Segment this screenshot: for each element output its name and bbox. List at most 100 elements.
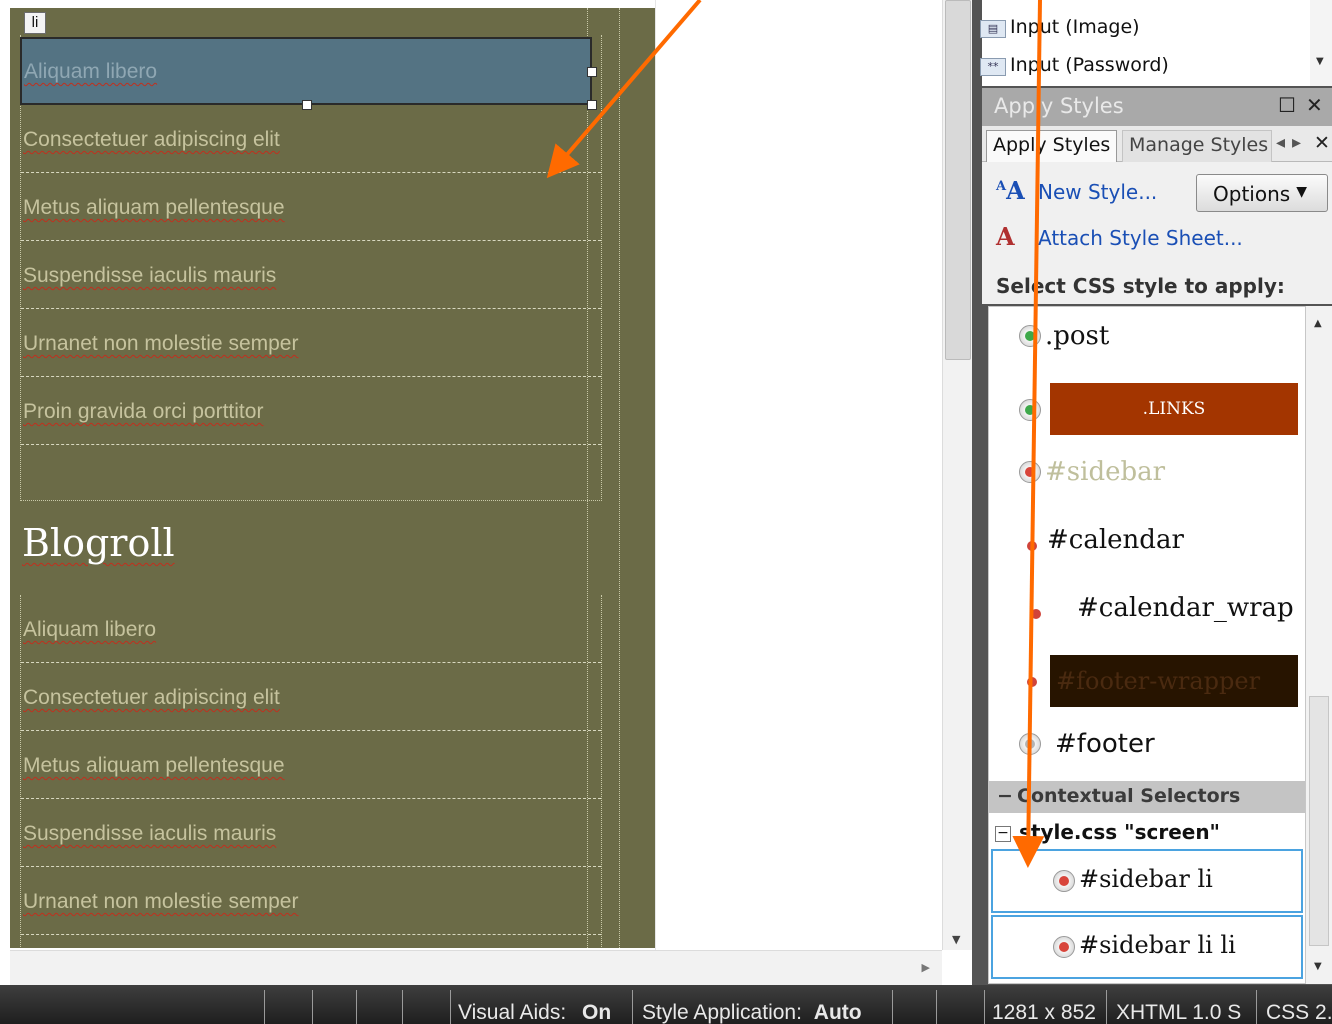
li-tag-label[interactable]: li	[24, 12, 46, 34]
attach-style-sheet-icon: A	[996, 222, 1015, 251]
new-style-link[interactable]: New Style...	[1038, 180, 1157, 204]
tab-scroll-right-icon[interactable]: ▸	[1292, 132, 1301, 153]
image-input-icon: ▤	[980, 20, 1006, 38]
scroll-thumb[interactable]	[1309, 696, 1329, 946]
style-item-footer[interactable]: #footer	[989, 715, 1305, 783]
style-application-status[interactable]: Style Application: Auto	[642, 1001, 862, 1024]
toolbox-item-input-password[interactable]: ** Input (Password)	[980, 54, 1169, 84]
stylesheet-node[interactable]: − style.css "screen"	[989, 815, 1305, 849]
close-icon[interactable]: ✕	[1306, 93, 1323, 117]
style-item-footer-wrapper[interactable]: #footer-wrapper	[989, 647, 1305, 715]
maximize-icon[interactable]: ☐	[1278, 93, 1296, 117]
style-bullet-icon	[1027, 677, 1037, 687]
status-divider	[312, 990, 313, 1024]
scroll-down-icon[interactable]: ▼	[1314, 961, 1322, 972]
list-item-text: Metus aliquam pellentesque	[23, 196, 285, 219]
list-item[interactable]: Proin gravida orci porttitor	[21, 377, 601, 445]
sidebar-guide-line	[619, 8, 620, 948]
list-item-text: Urnanet non molestie semper	[23, 332, 299, 355]
contextual-selectors-header[interactable]: − Contextual Selectors	[989, 781, 1305, 813]
design-vertical-scrollbar[interactable]: ▼	[942, 0, 972, 950]
right-dock: ▤ Input (Image) ** Input (Password) ▼ Ap…	[972, 0, 1332, 985]
toolbox-scrollbar[interactable]: ▼	[1310, 0, 1332, 86]
panel-tabs: Apply Styles Manage Styles ◂ ▸ ✕	[982, 126, 1332, 162]
list-item[interactable]: Aliquam libero	[21, 595, 601, 663]
style-name: #calendar_wrap	[1077, 593, 1294, 623]
toolbox-item-label: Input (Image)	[1010, 16, 1140, 38]
status-divider	[450, 990, 451, 1024]
attach-style-sheet-link[interactable]: Attach Style Sheet...	[1038, 226, 1243, 250]
style-bullet-icon	[1019, 399, 1041, 421]
style-item-calendar-wrap[interactable]: #calendar_wrap	[989, 579, 1305, 647]
style-bullet-icon	[1053, 870, 1075, 892]
scroll-thumb[interactable]	[945, 0, 971, 360]
list-item-text: Aliquam libero	[23, 618, 157, 641]
new-style-icon: AA	[996, 176, 1025, 205]
style-bullet-icon	[1019, 325, 1041, 347]
visual-aids-status[interactable]: Visual Aids: On	[458, 1001, 611, 1024]
chevron-down-icon: ▼	[1296, 184, 1307, 200]
content-column-edge	[655, 0, 675, 950]
list-item[interactable]: Urnanet non molestie semper	[21, 309, 601, 377]
list-item[interactable]: Suspendisse iaculis mauris	[21, 241, 601, 309]
list-item-text: Urnanet non molestie semper	[23, 890, 299, 913]
scroll-right-icon[interactable]: ▶	[922, 961, 930, 974]
list-item-selected[interactable]: Aliquam libero	[20, 37, 597, 110]
tab-scroll-left-icon[interactable]: ◂	[1276, 132, 1285, 153]
tab-apply-styles[interactable]: Apply Styles	[986, 130, 1118, 162]
list-item-text: Consectetuer adipiscing elit	[23, 128, 280, 151]
style-item-calendar[interactable]: #calendar	[989, 511, 1305, 579]
css-version-status[interactable]: CSS 2.1	[1266, 1001, 1332, 1024]
style-name: #sidebar li li	[1079, 931, 1236, 959]
design-view[interactable]: li Aliquam libero Consectetuer adipiscin…	[0, 0, 972, 986]
list-item[interactable]: Urnanet non molestie semper	[21, 867, 601, 935]
style-item-sidebar-li-li[interactable]: #sidebar li li	[991, 915, 1303, 979]
status-divider	[264, 990, 265, 1024]
doctype-status[interactable]: XHTML 1.0 S	[1116, 1001, 1241, 1024]
style-application-value: Auto	[813, 1001, 862, 1024]
toolbox-item-label: Input (Password)	[1010, 54, 1169, 76]
style-name: #footer	[1055, 729, 1155, 759]
apply-styles-toolbar: AA New Style... A Attach Style Sheet... …	[982, 162, 1332, 304]
scroll-up-icon[interactable]: ▲	[1314, 318, 1322, 329]
style-item-post[interactable]: .post	[989, 307, 1305, 375]
collapse-icon[interactable]: −	[995, 826, 1011, 842]
scroll-down-icon[interactable]: ▼	[952, 933, 960, 946]
style-name: .LINKS	[1050, 383, 1298, 435]
styles-list-scrollbar[interactable]: ▲ ▼	[1306, 306, 1332, 984]
style-bullet-icon	[1031, 609, 1041, 619]
status-divider	[356, 990, 357, 1024]
style-bullet-icon	[1019, 461, 1041, 483]
style-name: #calendar	[1047, 525, 1184, 555]
list-item[interactable]: Metus aliquam pellentesque	[21, 731, 601, 799]
sidebar-preview[interactable]: li Aliquam libero Consectetuer adipiscin…	[10, 8, 655, 948]
scroll-down-icon[interactable]: ▼	[1316, 56, 1324, 67]
tab-manage-styles[interactable]: Manage Styles	[1122, 130, 1272, 162]
select-style-label: Select CSS style to apply:	[996, 274, 1285, 298]
style-item-links[interactable]: .LINKS	[989, 375, 1305, 443]
group-header-label: Contextual Selectors	[1017, 785, 1241, 807]
status-divider	[1256, 990, 1257, 1024]
collapse-icon[interactable]: −	[997, 785, 1017, 807]
resize-handle-right[interactable]	[587, 67, 597, 77]
toolbox-item-input-image[interactable]: ▤ Input (Image)	[980, 16, 1140, 46]
close-tab-icon[interactable]: ✕	[1314, 132, 1330, 154]
list-item[interactable]: Consectetuer adipiscing elit	[21, 663, 601, 731]
style-bullet-icon	[1019, 733, 1041, 755]
options-button[interactable]: Options ▼	[1196, 174, 1328, 212]
list-item-text: Consectetuer adipiscing elit	[23, 686, 280, 709]
list-item[interactable]: Suspendisse iaculis mauris	[21, 799, 601, 867]
style-item-sidebar-li[interactable]: #sidebar li	[991, 849, 1303, 913]
design-horizontal-scrollbar[interactable]: ▶	[10, 950, 942, 986]
password-input-icon: **	[980, 58, 1006, 76]
stylesheet-label: style.css "screen"	[1019, 820, 1220, 844]
style-item-sidebar[interactable]: #sidebar	[989, 443, 1305, 511]
blogroll-link-list: Aliquam libero Consectetuer adipiscing e…	[20, 595, 602, 948]
blogroll-heading: Blogroll	[22, 521, 175, 565]
list-item[interactable]: Metus aliquam pellentesque	[21, 173, 601, 241]
list-item[interactable]: Consectetuer adipiscing elit	[21, 105, 601, 173]
style-application-label: Style Application:	[642, 1001, 802, 1024]
css-styles-list[interactable]: .post .LINKS #sidebar #calendar #calenda…	[988, 306, 1306, 984]
page-dimensions[interactable]: 1281 x 852	[992, 1001, 1096, 1024]
apply-styles-titlebar: Apply Styles ☐ ✕	[982, 88, 1332, 126]
